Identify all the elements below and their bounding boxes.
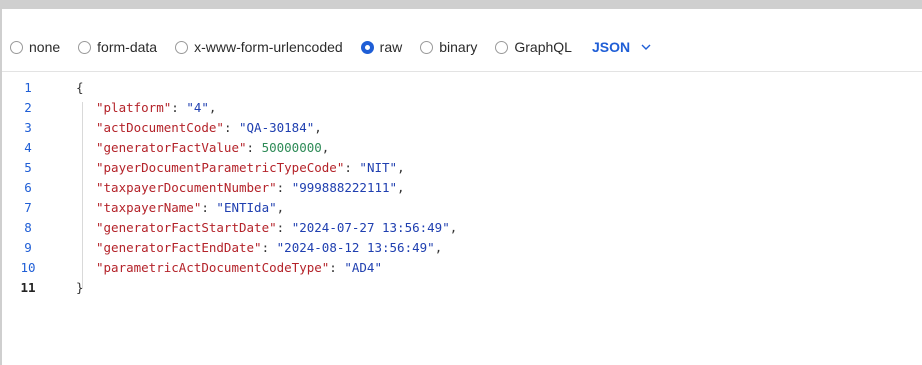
body-type-none[interactable]: none bbox=[10, 39, 60, 55]
json-value: "2024-07-27 13:56:49" bbox=[291, 220, 450, 235]
json-value: "2024-08-12 13:56:49" bbox=[276, 240, 435, 255]
chevron-down-icon bbox=[641, 44, 651, 50]
json-value: "AD4" bbox=[344, 260, 382, 275]
code-line: 2 "platform": "4", bbox=[2, 98, 922, 118]
language-label: JSON bbox=[591, 39, 631, 55]
body-type-raw-label: raw bbox=[379, 39, 403, 55]
json-key: "taxpayerName" bbox=[96, 200, 202, 215]
code-line: 11 } bbox=[2, 278, 922, 298]
body-type-urlencoded-label: x-www-form-urlencoded bbox=[194, 39, 343, 55]
line-number: 1 bbox=[24, 80, 32, 95]
line-number: 7 bbox=[24, 200, 32, 215]
radio-binary[interactable] bbox=[420, 40, 434, 54]
code-line: 9 "generatorFactEndDate": "2024-08-12 13… bbox=[2, 238, 922, 258]
radio-graphql[interactable] bbox=[495, 40, 509, 54]
json-value: "4" bbox=[186, 100, 209, 115]
line-number: 5 bbox=[24, 160, 32, 175]
body-type-none-label: none bbox=[29, 39, 61, 55]
body-type-form-data-label: form-data bbox=[97, 39, 158, 55]
json-key: "actDocumentCode" bbox=[96, 120, 224, 135]
line-number: 9 bbox=[24, 240, 32, 255]
json-key: "platform" bbox=[96, 100, 172, 115]
line-number: 4 bbox=[24, 140, 32, 155]
json-value: "ENTIda" bbox=[216, 200, 277, 215]
json-value: "QA-30184" bbox=[239, 120, 315, 135]
body-type-graphql-label: GraphQL bbox=[514, 39, 572, 55]
code-line: 6 "taxpayerDocumentNumber": "99988822211… bbox=[2, 178, 922, 198]
json-value: "NIT" bbox=[359, 160, 398, 175]
code-line: 5 "payerDocumentParametricTypeCode": "NI… bbox=[2, 158, 922, 178]
radio-raw[interactable] bbox=[360, 40, 374, 54]
body-type-form-data[interactable]: form-data bbox=[78, 39, 157, 55]
json-key: "parametricActDocumentCodeType" bbox=[96, 260, 330, 275]
code-line: 4 "generatorFactValue": 50000000, bbox=[2, 138, 922, 158]
code-line: 10 "parametricActDocumentCodeType": "AD4… bbox=[2, 258, 922, 278]
code-line: 3 "actDocumentCode": "QA-30184", bbox=[2, 118, 922, 138]
json-key: "taxpayerDocumentNumber" bbox=[96, 180, 277, 195]
body-type-radio-group: none form-data x-www-form-urlencoded raw… bbox=[10, 36, 652, 58]
json-key: "generatorFactStartDate" bbox=[96, 220, 277, 235]
body-type-binary[interactable]: binary bbox=[420, 39, 477, 55]
body-type-graphql[interactable]: GraphQL bbox=[495, 39, 572, 55]
code-editor[interactable]: 1 { 2 "platform": "4", 3 "actDocumentCod… bbox=[2, 72, 922, 365]
line-number: 11 bbox=[20, 280, 36, 295]
window-frame-top bbox=[0, 0, 922, 9]
body-type-toolbar: none form-data x-www-form-urlencoded raw… bbox=[2, 9, 922, 71]
radio-urlencoded[interactable] bbox=[175, 40, 189, 54]
line-number: 2 bbox=[24, 100, 32, 115]
body-type-raw[interactable]: raw bbox=[360, 39, 403, 55]
json-key: "generatorFactValue" bbox=[96, 140, 247, 155]
json-value: "999888222111" bbox=[291, 180, 398, 195]
body-type-urlencoded[interactable]: x-www-form-urlencoded bbox=[175, 39, 343, 55]
code-line: 7 "taxpayerName": "ENTIda", bbox=[2, 198, 922, 218]
json-key: "payerDocumentParametricTypeCode" bbox=[96, 160, 345, 175]
language-dropdown[interactable]: JSON bbox=[592, 39, 652, 55]
open-brace: { bbox=[76, 80, 84, 95]
line-number: 8 bbox=[24, 220, 32, 235]
json-value: 50000000 bbox=[261, 140, 322, 155]
line-number: 6 bbox=[24, 180, 32, 195]
body-type-binary-label: binary bbox=[439, 39, 478, 55]
radio-form-data[interactable] bbox=[78, 40, 92, 54]
close-brace: } bbox=[76, 280, 84, 295]
code-line: 1 { bbox=[2, 78, 922, 98]
line-number: 10 bbox=[20, 260, 36, 275]
radio-none[interactable] bbox=[10, 40, 23, 54]
code-line: 8 "generatorFactStartDate": "2024-07-27 … bbox=[2, 218, 922, 238]
line-number: 3 bbox=[24, 120, 32, 135]
json-key: "generatorFactEndDate" bbox=[96, 240, 262, 255]
